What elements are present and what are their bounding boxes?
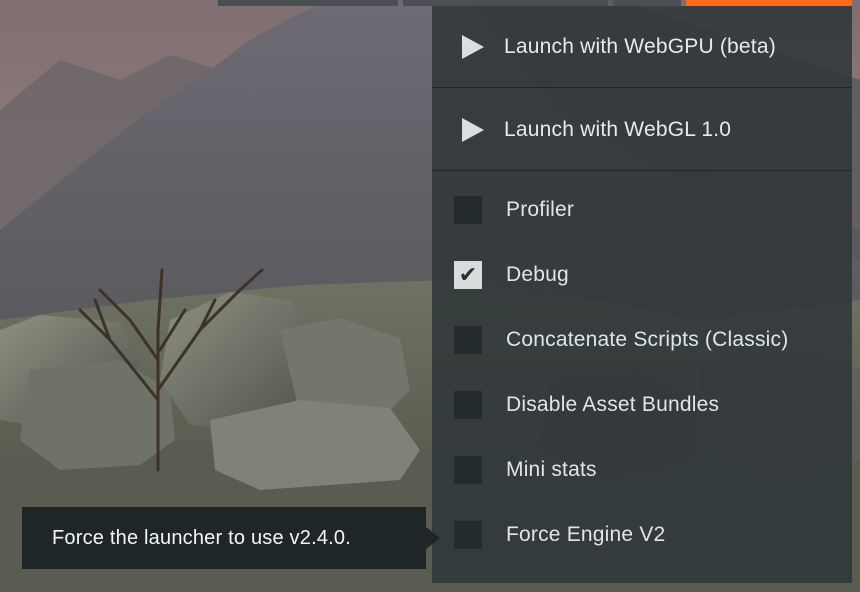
play-icon [462, 34, 484, 59]
option-force-engine-v2[interactable]: Force Engine V2 [432, 511, 852, 559]
option-concatenate-scripts[interactable]: Concatenate Scripts (Classic) [432, 316, 852, 364]
editor-viewport: Launch with WebGPU (beta) Launch with We… [0, 0, 860, 592]
debug-checkbox[interactable]: ✔ [454, 261, 482, 289]
rock [210, 400, 420, 490]
force-engine-v2-checkbox[interactable] [454, 521, 482, 549]
tooltip-arrow [426, 527, 440, 549]
option-label: Disable Asset Bundles [506, 393, 720, 416]
toolbar-tab[interactable] [218, 0, 398, 6]
launch-menu: Launch with WebGPU (beta) Launch with We… [432, 6, 852, 583]
tooltip: Force the launcher to use v2.4.0. [22, 507, 440, 569]
disable-asset-bundles-checkbox[interactable] [454, 391, 482, 419]
option-label: Mini stats [506, 458, 597, 481]
option-mini-stats[interactable]: Mini stats [432, 446, 852, 494]
concatenate-scripts-checkbox[interactable] [454, 326, 482, 354]
option-profiler[interactable]: Profiler [432, 186, 852, 234]
option-label: Profiler [506, 198, 575, 221]
mini-stats-checkbox[interactable] [454, 456, 482, 484]
option-label: Concatenate Scripts (Classic) [506, 328, 789, 351]
play-icon [462, 117, 484, 142]
launch-item-label: Launch with WebGPU (beta) [504, 34, 776, 58]
profiler-checkbox[interactable] [454, 196, 482, 224]
checkmark-icon: ✔ [458, 262, 478, 287]
option-debug[interactable]: ✔ Debug [432, 251, 852, 299]
option-disable-asset-bundles[interactable]: Disable Asset Bundles [432, 381, 852, 429]
option-label: Force Engine V2 [506, 523, 666, 546]
launch-webgl-item[interactable]: Launch with WebGL 1.0 [432, 89, 852, 171]
launch-item-label: Launch with WebGL 1.0 [504, 117, 732, 141]
launch-webgpu-item[interactable]: Launch with WebGPU (beta) [432, 6, 852, 88]
option-label: Debug [506, 263, 569, 286]
tooltip-text: Force the launcher to use v2.4.0. [52, 526, 351, 549]
